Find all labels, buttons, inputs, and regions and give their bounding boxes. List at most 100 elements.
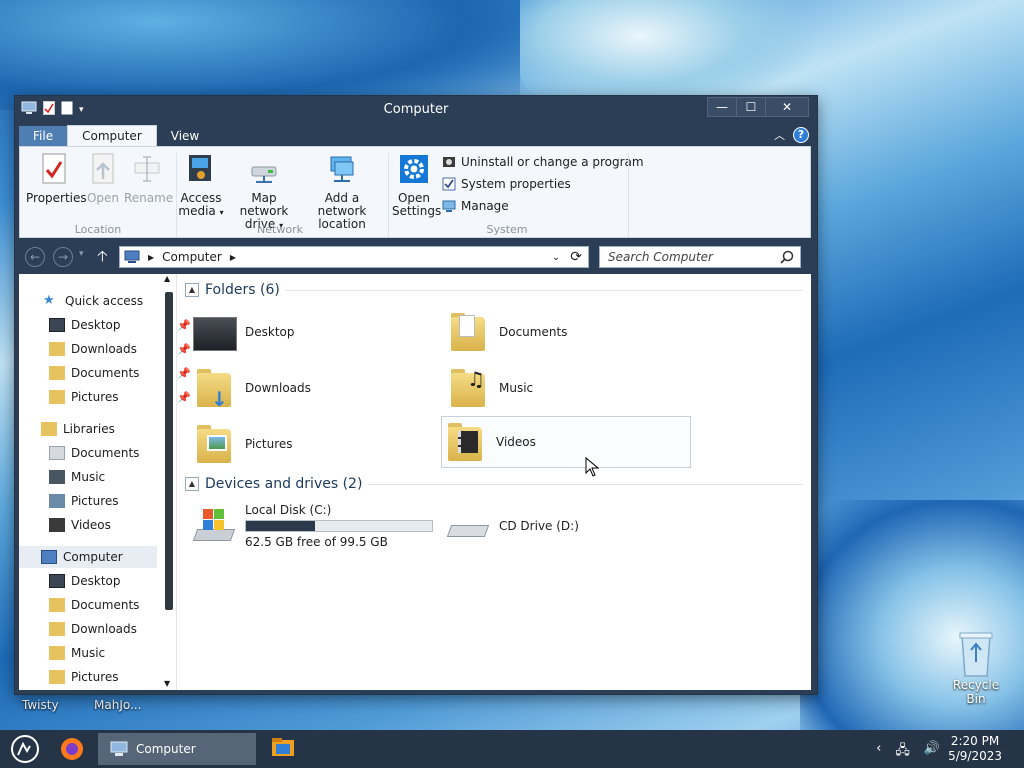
pictures-folder-icon (49, 390, 65, 404)
open-button[interactable]: Open (86, 153, 120, 205)
documents-folder-icon (49, 598, 65, 612)
title-bar[interactable]: ▾ Computer — ☐ ✕ (15, 96, 817, 124)
pictures-library-icon (49, 494, 65, 508)
breadcrumb-chevron-icon[interactable]: ▶ (230, 253, 236, 262)
drive-d-name: CD Drive (D:) (499, 519, 579, 533)
taskbar-item-computer[interactable]: Computer (98, 733, 256, 765)
windows-drive-icon (191, 503, 237, 549)
nav-qa-documents-label: Documents (71, 366, 140, 380)
file-manager-taskbar-button[interactable] (270, 734, 296, 764)
manage-button[interactable]: Manage (442, 199, 509, 213)
back-button[interactable]: ← (25, 247, 45, 267)
desktop-item-mahjong[interactable]: MahJo... (94, 698, 141, 712)
navigation-pane: ★ Quick access Desktop 📌 Downloads 📌 Doc… (19, 274, 191, 690)
search-input[interactable]: Search Computer (599, 246, 801, 268)
downloads-folder-icon (49, 342, 65, 356)
uninstall-label: Uninstall or change a program (461, 155, 644, 169)
nav-lib-documents-label: Documents (71, 446, 140, 460)
collapse-folders-icon[interactable]: ▲ (185, 283, 199, 297)
tab-view[interactable]: View (157, 126, 213, 146)
folder-tile-documents[interactable]: Documents (445, 306, 695, 358)
help-icon[interactable]: ? (793, 127, 809, 143)
network-icon[interactable]: 🖧 (895, 741, 910, 763)
add-network-location-label-1: Add a network (317, 191, 367, 218)
pictures-folder-icon (49, 670, 65, 684)
folder-label: Downloads (245, 381, 311, 395)
tab-computer[interactable]: Computer (67, 125, 157, 146)
start-button[interactable] (10, 734, 40, 764)
documents-folder-icon (445, 309, 491, 355)
firefox-taskbar-button[interactable] (58, 734, 88, 764)
close-button[interactable]: ✕ (765, 97, 809, 117)
desktop-icon (49, 574, 65, 588)
desktop-icon (49, 318, 65, 332)
breadcrumb-chevron-icon[interactable]: ▶ (148, 253, 154, 262)
folder-tile-downloads[interactable]: ↓ Downloads (191, 362, 441, 414)
system-properties-button[interactable]: System properties (442, 177, 571, 191)
section-divider (368, 483, 803, 485)
forward-button[interactable]: → (53, 247, 73, 267)
music-folder-icon: ♫ (445, 365, 491, 411)
music-folder-icon (49, 646, 65, 660)
folder-tile-desktop[interactable]: Desktop (191, 306, 441, 358)
minimize-button[interactable]: — (707, 97, 737, 117)
refresh-icon[interactable]: ⟳ (570, 249, 582, 265)
nav-computer-label: Computer (63, 550, 123, 564)
scroll-up-icon[interactable]: ▲ (164, 274, 170, 283)
desktop-item-twisty[interactable]: Twisty (22, 698, 59, 712)
clock[interactable]: 2:20 PM 5/9/2023 (948, 734, 1002, 764)
access-media-dropdown-icon: ▾ (219, 208, 224, 217)
folder-label: Desktop (245, 325, 295, 339)
add-network-location-button[interactable]: Add a network location (304, 153, 380, 231)
uninstall-program-button[interactable]: Uninstall or change a program (442, 155, 644, 169)
folder-label: Music (499, 381, 534, 395)
maximize-button[interactable]: ☐ (736, 97, 766, 117)
show-hidden-icons-chevron-icon[interactable]: ‹ (876, 741, 881, 763)
folder-tile-music[interactable]: ♫ Music (445, 362, 695, 414)
up-button[interactable]: 🡡 (97, 246, 108, 271)
properties-icon (42, 153, 66, 184)
folder-label: Documents (499, 325, 568, 339)
collapse-ribbon-chevron-icon[interactable]: ︿ (774, 127, 785, 143)
drive-c-usage-bar (245, 520, 433, 532)
system-group-label: System (486, 223, 528, 236)
breadcrumb-computer[interactable]: Computer (162, 250, 222, 264)
collapse-drives-icon[interactable]: ▲ (185, 477, 199, 491)
map-network-drive-label-1: Map network (239, 191, 289, 218)
rename-button[interactable]: Rename (124, 153, 173, 205)
folder-tile-pictures[interactable]: Pictures (191, 418, 441, 470)
recent-locations-chevron-icon[interactable]: ▾ (79, 249, 84, 259)
navigation-bar: ← → ▾ 🡡 ▶ Computer ▶ ⌄ ⟳ Search Computer (19, 242, 811, 272)
videos-library-icon (49, 518, 65, 532)
properties-button[interactable]: Properties (26, 153, 87, 205)
search-icon[interactable] (780, 250, 794, 264)
address-history-chevron-icon[interactable]: ⌄ (552, 252, 560, 263)
nav-libraries[interactable]: Libraries (41, 418, 181, 440)
properties-label: Properties (26, 191, 87, 205)
scroll-down-icon[interactable]: ▼ (164, 679, 170, 688)
open-label: Open (86, 191, 120, 205)
computer-nav-icon (41, 550, 57, 564)
documents-folder-icon (49, 366, 65, 380)
folders-section-header[interactable]: ▲ Folders (6) (185, 280, 803, 300)
ribbon-tabs: File Computer View (19, 124, 213, 146)
nav-quick-access[interactable]: ★ Quick access (43, 290, 183, 312)
ribbon-divider (176, 153, 177, 237)
access-media-button[interactable]: Access media ▾ (178, 153, 224, 219)
nav-computer[interactable]: Computer (19, 546, 157, 568)
nav-c-documents-label: Documents (71, 598, 140, 612)
drive-tile-c[interactable]: Local Disk (C:) 62.5 GB free of 99.5 GB (191, 500, 441, 552)
address-bar[interactable]: ▶ Computer ▶ ⌄ ⟳ (119, 246, 589, 268)
nav-lib-music-label: Music (71, 470, 106, 484)
map-network-drive-button[interactable]: Map network drive ▾ (228, 153, 300, 232)
scrollbar-thumb[interactable] (165, 292, 173, 610)
drives-section-header[interactable]: ▲ Devices and drives (2) (185, 474, 803, 494)
folder-tile-videos[interactable]: Videos (441, 416, 691, 468)
window-title: Computer (383, 102, 449, 117)
nav-scrollbar[interactable]: ▲ ▼ (163, 274, 175, 688)
tab-file[interactable]: File (19, 126, 68, 146)
drive-tile-d[interactable]: CD Drive (D:) (445, 500, 695, 552)
open-settings-button[interactable]: Open Settings (392, 153, 441, 218)
volume-icon[interactable]: 🔊 (924, 741, 940, 763)
recycle-bin-shortcut[interactable]: Recycle Bin (942, 630, 1010, 706)
